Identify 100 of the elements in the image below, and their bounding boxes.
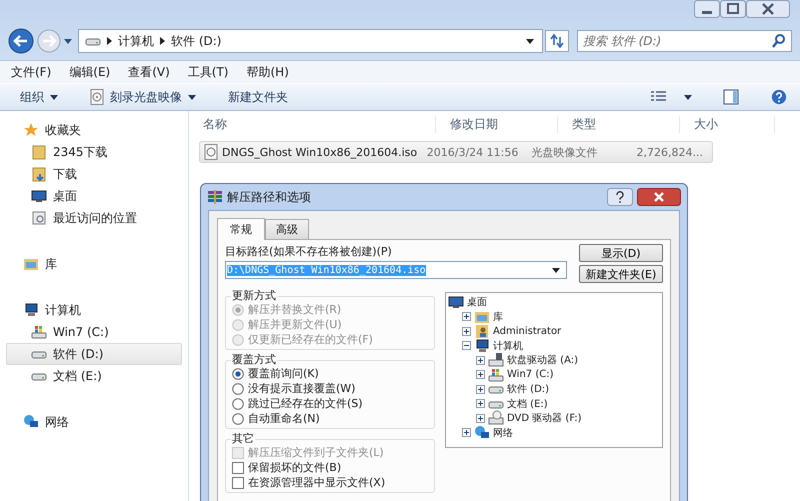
windrive-icon	[488, 366, 504, 383]
sidebar-item[interactable]: 2345下载	[6, 141, 182, 163]
menu-item[interactable]: 查看(V)	[125, 64, 173, 80]
archive-icon	[207, 189, 223, 205]
maximize-icon[interactable]	[720, 0, 746, 18]
expander-icon[interactable]	[476, 399, 485, 408]
star-icon	[23, 122, 39, 138]
checkbox-option[interactable]: 在资源管理器中显示文件(X)	[232, 475, 428, 490]
expander-icon[interactable]	[476, 384, 485, 394]
tree-item[interactable]: Administrator	[493, 326, 562, 337]
tree-item[interactable]: Win7 (C:)	[507, 369, 554, 380]
dialog-title: 解压路径和选项	[227, 188, 311, 206]
sidebar-item[interactable]: 下载	[6, 163, 182, 185]
refresh-icon[interactable]	[545, 30, 569, 52]
search-field[interactable]: 搜索 软件 (D:)	[577, 30, 792, 52]
tree-item[interactable]: 库	[493, 310, 503, 324]
expander-icon[interactable]	[476, 356, 485, 365]
minimize-icon[interactable]	[694, 0, 720, 18]
download-icon	[31, 166, 47, 182]
sidebar-item[interactable]: 库	[6, 253, 182, 275]
menu-item[interactable]: 工具(T)	[184, 64, 232, 80]
network-icon	[23, 414, 39, 430]
group-title: 覆盖方式	[231, 352, 277, 367]
radio-option[interactable]: 覆盖前询问(K)	[232, 366, 428, 381]
column-header[interactable]: 类型	[558, 116, 680, 132]
windrive-icon	[31, 324, 47, 340]
group-title: 更新方式	[231, 288, 277, 303]
tree-item[interactable]: 桌面	[467, 295, 487, 310]
desktop-icon	[31, 188, 47, 204]
expander-icon[interactable]	[476, 370, 485, 380]
sidebar-item[interactable]: Win7 (C:)	[6, 321, 182, 343]
table-cell-text: 光盘映像文件	[530, 144, 599, 160]
caret-icon[interactable]	[684, 94, 692, 100]
expander-icon[interactable]	[462, 326, 471, 336]
path-label: 目标路径(如果不存在将被创建)(P)	[225, 244, 393, 259]
search-icon[interactable]	[771, 33, 787, 49]
sidebar-item[interactable]: 计算机	[6, 299, 182, 321]
chevron-icon[interactable]	[160, 37, 165, 45]
close-icon[interactable]	[746, 0, 790, 18]
table-cell-text: 2,726,824...	[636, 146, 704, 158]
expander-icon[interactable]	[476, 414, 485, 423]
expander-icon[interactable]	[462, 341, 471, 350]
file-row[interactable]: DNGS_Ghost Win10x86_201604.iso 2016/3/24 11:56 光盘映像文件 2,726,824...	[199, 141, 713, 163]
menu-item[interactable]: 帮助(H)	[244, 64, 292, 80]
tree-item[interactable]: 文档 (E:)	[507, 396, 548, 411]
help-icon[interactable]	[607, 188, 633, 206]
sidebar-item[interactable]: 桌面	[6, 185, 182, 207]
column-header[interactable]: 修改日期	[436, 116, 558, 132]
tab[interactable]: 高级	[265, 219, 309, 239]
dialog-button[interactable]: 显示(D)	[579, 244, 663, 262]
breadcrumb[interactable]: 软件 (D:)	[171, 32, 222, 50]
preview-pane-icon[interactable]	[722, 89, 740, 105]
close-icon[interactable]	[637, 188, 681, 206]
tree-item[interactable]: 软盘驱动器 (A:)	[507, 353, 578, 368]
group-title: 其它	[231, 431, 255, 446]
user-icon	[474, 323, 490, 340]
help-icon[interactable]	[770, 89, 788, 105]
recent-icon	[31, 210, 47, 226]
chevron-icon[interactable]	[107, 37, 112, 45]
expander-icon[interactable]	[462, 312, 471, 322]
floppy-icon	[488, 352, 504, 368]
menu-item[interactable]: 编辑(E)	[66, 64, 114, 80]
sidebar-item[interactable]: 软件 (D:)	[6, 343, 182, 365]
tree-item[interactable]: 计算机	[493, 338, 523, 353]
computer-icon	[474, 338, 490, 354]
tree-item[interactable]: DVD 驱动器 (F:)	[507, 411, 582, 426]
folder-icon	[31, 144, 47, 160]
toolbar-button[interactable]: 新建文件夹	[220, 86, 296, 108]
caret-icon[interactable]	[64, 38, 72, 44]
dvd-icon	[488, 410, 504, 426]
toolbar-button[interactable]: 刻录光盘映像	[82, 86, 204, 108]
computer-icon	[23, 302, 39, 318]
caret-icon[interactable]	[526, 38, 534, 44]
radio-option[interactable]: 跳过已经存在的文件(S)	[232, 396, 428, 411]
library-icon	[23, 256, 39, 272]
sidebar-item[interactable]: 网络	[6, 411, 182, 433]
table-cell-text: 2016/3/24 11:56	[426, 146, 520, 158]
radio-option[interactable]: 没有提示直接覆盖(W)	[232, 381, 428, 396]
dialog-button[interactable]: 新建文件夹(E)	[579, 265, 663, 283]
disc-image-icon	[204, 144, 218, 160]
radio-option[interactable]: 自动重命名(N)	[232, 411, 428, 426]
tree-item[interactable]: 网络	[493, 426, 513, 440]
sidebar-item[interactable]: 最近访问的位置	[6, 207, 182, 229]
tree-item[interactable]: 软件 (D:)	[507, 382, 550, 396]
breadcrumb[interactable]: 计算机	[118, 32, 154, 50]
expander-icon[interactable]	[462, 428, 471, 438]
sidebar-item[interactable]: 收藏夹	[6, 119, 182, 141]
caret-icon[interactable]	[552, 268, 560, 272]
checkbox-option[interactable]: 保留损坏的文件(B)	[232, 460, 428, 475]
file-name: DNGS_Ghost Win10x86_201604.iso	[222, 146, 418, 158]
toolbar-button[interactable]: 组织	[12, 86, 66, 108]
desktop-icon	[448, 294, 464, 310]
address-bar[interactable]: 计算机 软件 (D:)	[78, 29, 543, 53]
tab[interactable]: 常规	[217, 218, 265, 240]
column-header[interactable]: 名称	[189, 116, 436, 132]
back-icon[interactable]	[8, 28, 34, 54]
menu-item[interactable]: 文件(F)	[8, 64, 54, 80]
column-header[interactable]: 大小	[680, 116, 775, 132]
sidebar-item[interactable]: 文档 (E:)	[6, 365, 182, 387]
network-icon	[474, 424, 490, 441]
